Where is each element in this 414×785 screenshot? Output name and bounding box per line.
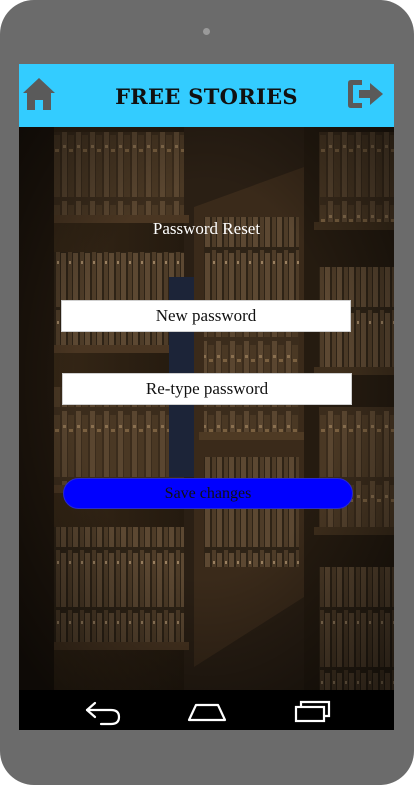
back-icon[interactable] — [83, 694, 123, 726]
save-changes-button[interactable]: Save changes — [63, 478, 353, 509]
system-navigation-bar — [19, 690, 394, 730]
screen: FREE STORIES Password Reset Save changes — [19, 64, 394, 730]
camera-icon — [203, 28, 210, 35]
new-password-input[interactable] — [61, 300, 351, 332]
content-area: Password Reset Save changes — [19, 127, 394, 690]
library-background-image — [19, 127, 394, 690]
retype-password-input[interactable] — [62, 373, 352, 405]
nav-home-icon[interactable] — [186, 694, 228, 726]
page-title: Password Reset — [152, 219, 261, 238]
app-title: FREE STORIES — [115, 84, 298, 109]
app-bar: FREE STORIES — [19, 64, 394, 127]
home-icon[interactable] — [21, 76, 57, 112]
phone-frame: FREE STORIES Password Reset Save changes — [0, 0, 414, 785]
recents-icon[interactable] — [292, 694, 332, 726]
logout-icon[interactable] — [346, 76, 386, 112]
